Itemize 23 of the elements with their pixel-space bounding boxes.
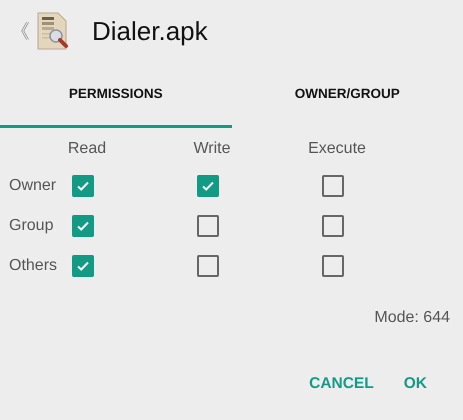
file-magnifier-icon [36, 11, 70, 51]
row-label: Others [8, 257, 58, 275]
tab[interactable]: OWNER/GROUP [232, 62, 463, 128]
checkbox[interactable] [72, 175, 94, 197]
row-label: Group [8, 217, 54, 235]
checkbox[interactable] [322, 255, 344, 277]
back-button[interactable]: 《 [10, 18, 30, 44]
dialog-button[interactable]: CANCEL [303, 367, 380, 401]
checkbox[interactable] [72, 255, 94, 277]
dialog-button[interactable]: OK [398, 367, 433, 401]
checkbox[interactable] [322, 215, 344, 237]
checkbox[interactable] [197, 255, 219, 277]
file-title: Dialer.apk [92, 16, 208, 46]
column-header: Execute [307, 140, 366, 158]
checkbox[interactable] [322, 175, 344, 197]
checkbox[interactable] [72, 215, 94, 237]
checkbox[interactable] [197, 175, 219, 197]
mode-text: Mode: 644 [373, 309, 451, 327]
tab[interactable]: PERMISSIONS [0, 62, 232, 128]
row-label: Owner [8, 177, 56, 195]
column-header: Read [66, 140, 106, 158]
checkbox[interactable] [197, 215, 219, 237]
column-header: Write [192, 140, 231, 158]
